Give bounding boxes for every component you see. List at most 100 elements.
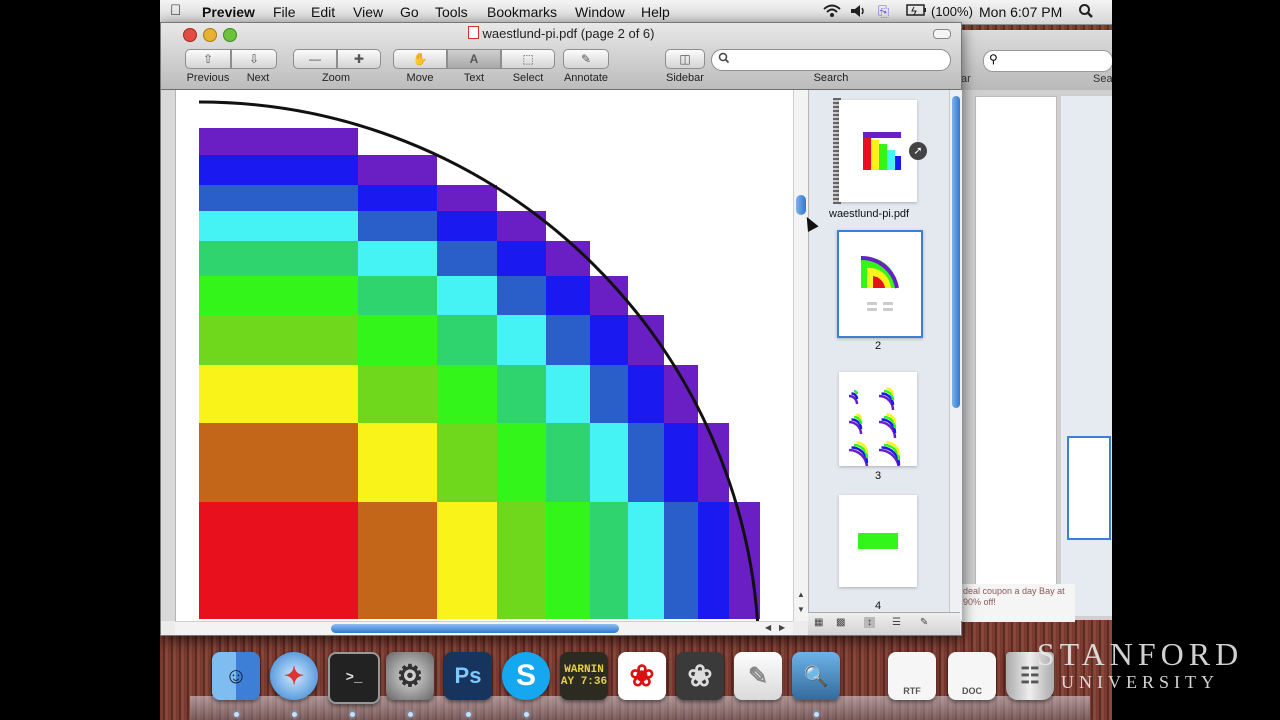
horizontal-scroll-thumb[interactable]: [331, 624, 619, 633]
thumbnail-view-icon[interactable]: ▦: [814, 617, 823, 628]
finder-icon[interactable]: ☺: [212, 652, 260, 700]
document-vertical-scrollbar[interactable]: ▲ ▼: [793, 90, 808, 621]
system-preferences-icon[interactable]: ⚙: [386, 652, 434, 700]
vertical-scroll-thumb[interactable]: [796, 195, 806, 215]
next-button[interactable]: ⇩: [231, 49, 277, 69]
menu-bookmarks[interactable]: Bookmarks: [487, 4, 557, 20]
zoom-in-button[interactable]: ✚: [337, 49, 381, 69]
background-page-thumbnail[interactable]: [1067, 436, 1111, 540]
page-thumbnail-3[interactable]: [839, 372, 917, 471]
skype-icon[interactable]: S: [502, 652, 550, 700]
safari-icon[interactable]: ✦: [270, 652, 318, 700]
background-search-field[interactable]: ⚲: [983, 50, 1112, 72]
apple-menu-icon[interactable]: : [170, 2, 181, 19]
green-bar-preview: [858, 533, 898, 549]
contact-sheet-icon[interactable]: ▩: [836, 617, 845, 628]
search-field[interactable]: [711, 49, 951, 71]
menubar-clock[interactable]: Mon 6:07 PM: [979, 4, 1062, 20]
spotlight-icon[interactable]: [1078, 3, 1094, 22]
staircase-cell: [546, 502, 590, 619]
acrobat-pro-icon[interactable]: ❀: [676, 652, 724, 700]
staircase-cell: [199, 365, 358, 423]
search-label: Search: [813, 72, 849, 84]
next-label: Next: [246, 72, 270, 84]
page-figure: [198, 100, 760, 621]
thumbnail-sidebar[interactable]: ➚ waestlund-pi.pdf 2 3 4: [808, 90, 962, 621]
search-icon: ⚲: [989, 52, 998, 66]
sidebar-edit-icon[interactable]: ✎: [920, 617, 928, 628]
select-tool-button[interactable]: ⬚: [501, 49, 555, 69]
document-horizontal-scrollbar[interactable]: ◀ ▶: [175, 621, 793, 635]
previous-button[interactable]: ⇧: [185, 49, 231, 69]
textedit-icon[interactable]: ✎: [734, 652, 782, 700]
page-thumbnail-2[interactable]: [837, 230, 923, 338]
staircase-cell: [497, 276, 546, 315]
slider-icon[interactable]: ↕: [864, 617, 875, 628]
console-icon[interactable]: WARNIN AY 7:36: [560, 652, 608, 700]
zoom-out-button[interactable]: —: [293, 49, 337, 69]
select-label: Select: [512, 72, 544, 84]
staircase-cell: [628, 423, 664, 502]
search-input[interactable]: [734, 52, 948, 70]
file-thumbnail[interactable]: ➚: [839, 100, 927, 202]
sidebar-toggle-button[interactable]: ◫: [665, 49, 705, 69]
battery-percent: (100%): [931, 4, 973, 19]
staircase-cell: [199, 502, 358, 619]
background-document-page: [975, 96, 1057, 598]
scroll-up-arrow[interactable]: ▲: [797, 590, 805, 599]
sidebar-scroll-thumb[interactable]: [952, 96, 960, 408]
staircase-cell: [590, 315, 628, 365]
volume-icon[interactable]: [849, 3, 867, 22]
staircase-cell: [437, 365, 497, 423]
menu-view[interactable]: View: [353, 4, 383, 20]
rtf-doc-icon[interactable]: RTF: [888, 652, 936, 700]
menu-app-name[interactable]: Preview: [202, 4, 255, 20]
list-view-icon[interactable]: ☰: [892, 617, 901, 628]
staircase-cell: [497, 423, 546, 502]
page-thumbnail-4[interactable]: [839, 495, 917, 587]
staircase-cell: [546, 315, 590, 365]
acrobat-icon[interactable]: ❀: [618, 652, 666, 700]
menu-window[interactable]: Window: [575, 4, 625, 20]
console-warning-text: WARNIN: [564, 664, 604, 676]
menu-go[interactable]: Go: [400, 4, 419, 20]
text-cursor-icon: A: [469, 52, 479, 66]
terminal-icon[interactable]: >_: [328, 652, 380, 704]
menu-tools[interactable]: Tools: [435, 4, 468, 20]
search-icon: [718, 52, 730, 67]
battery-icon[interactable]: [906, 3, 928, 20]
staircase-cell: [358, 502, 437, 619]
staircase-cell: [590, 423, 628, 502]
photoshop-icon[interactable]: Ps: [444, 652, 492, 700]
staircase-cell: [199, 423, 358, 502]
text-tool-button[interactable]: A: [447, 49, 501, 69]
pdf-document-icon: [467, 26, 479, 39]
menu-help[interactable]: Help: [641, 4, 670, 20]
staircase-cell: [358, 211, 437, 241]
staircase-cell: [437, 423, 497, 502]
staircase-cell: [437, 502, 497, 619]
sidebar-label: Sidebar: [666, 72, 704, 84]
scroll-down-arrow[interactable]: ▼: [797, 605, 805, 614]
sidebar-scrollbar[interactable]: [949, 90, 962, 621]
quick-look-icon[interactable]: ➚: [909, 142, 927, 160]
background-preview-window[interactable]: ar ⚲ Search deal coupon a day Bay at 90%…: [960, 30, 1112, 622]
menu-edit[interactable]: Edit: [311, 4, 335, 20]
scroll-right-arrow[interactable]: ▶: [779, 623, 785, 632]
scroll-left-arrow[interactable]: ◀: [765, 623, 771, 632]
annotate-button[interactable]: ✎: [563, 49, 609, 69]
toolbar-toggle-button[interactable]: [933, 29, 951, 39]
sidebar-file-name[interactable]: waestlund-pi.pdf: [829, 208, 909, 220]
doc-icon[interactable]: DOC: [948, 652, 996, 700]
background-sidebar: [1061, 96, 1112, 616]
menu-file[interactable]: File: [273, 4, 296, 20]
wifi-icon[interactable]: [822, 3, 842, 22]
finder-running-indicator: [234, 712, 239, 717]
rainbow-figure-thumbnail: [863, 132, 901, 170]
input-menu-icon[interactable]: ⎘: [878, 3, 889, 20]
preview-icon[interactable]: 🔍: [792, 652, 840, 700]
staircase-cell: [437, 241, 497, 276]
document-view[interactable]: [161, 90, 793, 621]
staircase-cell: [358, 423, 437, 502]
move-tool-button[interactable]: ✋: [393, 49, 447, 69]
